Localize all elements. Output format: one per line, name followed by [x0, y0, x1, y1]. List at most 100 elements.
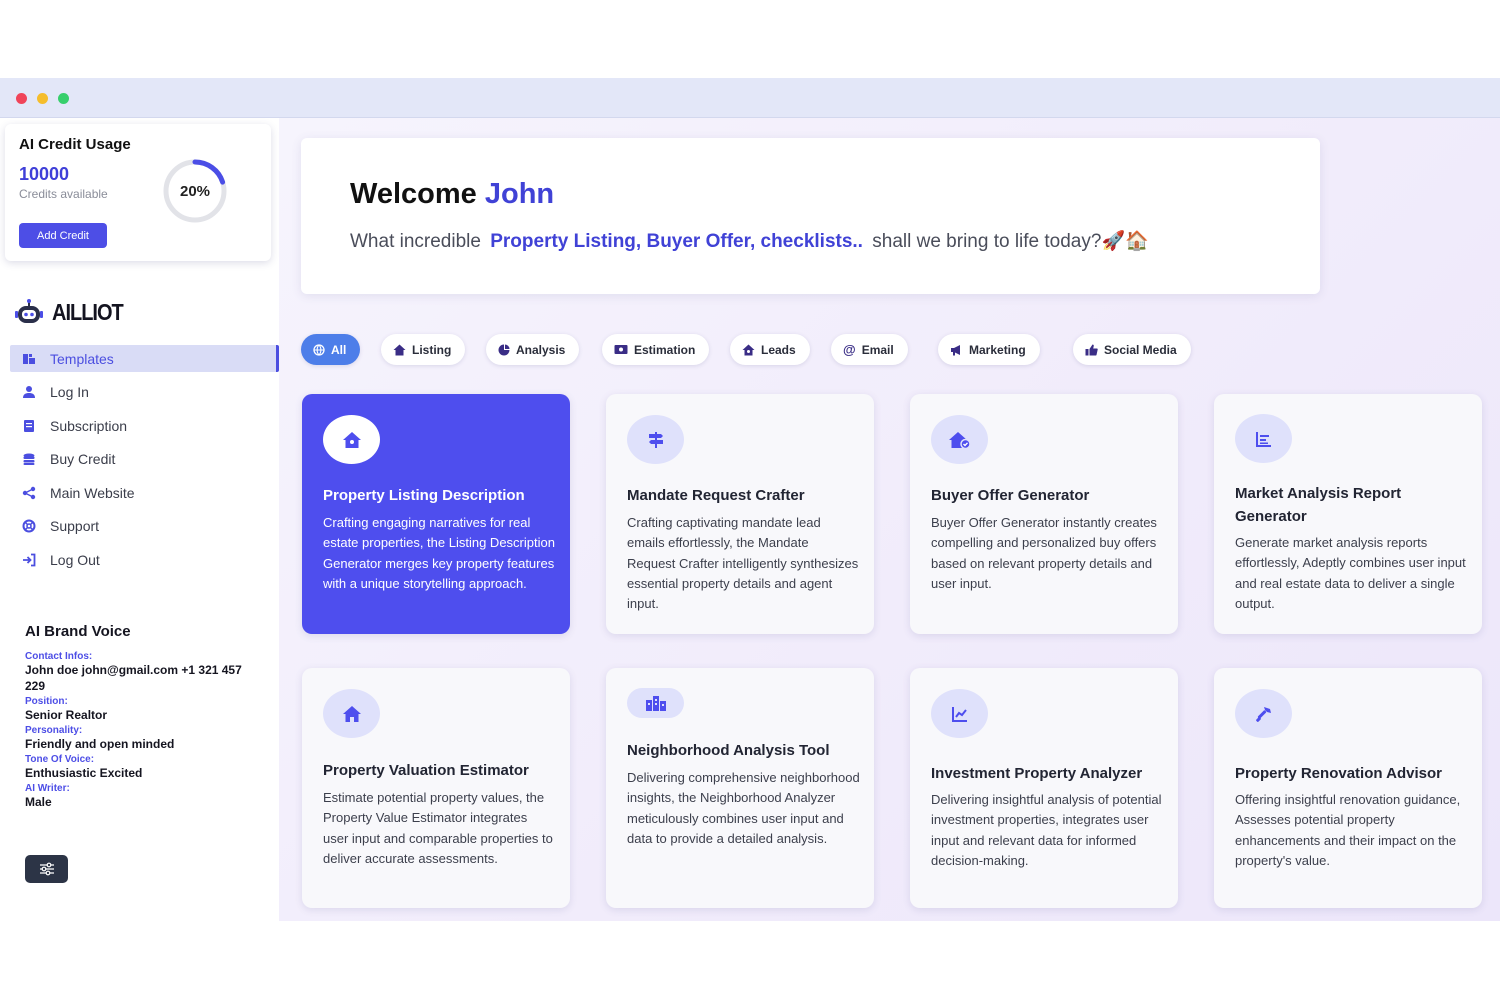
- house-icon: [342, 705, 361, 722]
- template-card-neighborhood-analysis-tool[interactable]: Neighborhood Analysis Tool Delivering co…: [606, 668, 874, 908]
- card-title: Buyer Offer Generator: [931, 487, 1090, 504]
- sidebar-nav: Templates Log In Subscription Buy Credit: [10, 345, 279, 580]
- house-icon: [742, 344, 755, 355]
- brand-voice-title: AI Brand Voice: [25, 623, 131, 640]
- sidebar-item-label: Log In: [50, 384, 89, 400]
- welcome-message: What incredible Property Listing, Buyer …: [350, 229, 1149, 253]
- position-label: Position:: [25, 696, 68, 707]
- tone-value: Enthusiastic Excited: [25, 766, 143, 780]
- filter-chip-estimation[interactable]: Estimation: [602, 334, 710, 365]
- filter-chip-analysis[interactable]: Analysis: [486, 334, 580, 365]
- filter-chip-label: All: [331, 342, 347, 357]
- signpost-icon: [648, 431, 663, 448]
- filter-chip-listing[interactable]: Listing: [381, 334, 466, 365]
- card-title: Property Valuation Estimator: [323, 762, 529, 779]
- filter-chip-leads[interactable]: Leads: [730, 334, 810, 365]
- personality-label: Personality:: [25, 725, 83, 736]
- filter-chip-label: Listing: [412, 342, 452, 357]
- maximize-window-button[interactable]: [58, 93, 69, 104]
- sidebar-item-label: Log Out: [50, 551, 100, 568]
- credit-percent-label: 20%: [179, 182, 211, 200]
- card-title: Property Renovation Advisor: [1235, 765, 1442, 782]
- card-description: Delivering insightful analysis of potent…: [931, 792, 1162, 868]
- template-card-property-listing-description[interactable]: Property Listing Description Crafting en…: [302, 394, 570, 634]
- minimize-window-button[interactable]: [37, 93, 48, 104]
- sidebar-item-main-website[interactable]: Main Website: [10, 479, 279, 506]
- logo[interactable]: AILLIOT: [14, 298, 124, 328]
- card-icon: [1235, 689, 1292, 738]
- sidebar-item-label: Subscription: [50, 417, 128, 434]
- welcome-heading: Welcome John: [350, 178, 554, 211]
- filter-chip-label: Social Media: [1104, 342, 1177, 357]
- welcome-greeting: Welcome: [350, 178, 477, 210]
- sidebar-item-log-out[interactable]: Log Out: [10, 546, 279, 573]
- window-titlebar: [0, 78, 1500, 118]
- house-check-icon: [948, 431, 971, 449]
- filter-chip-label: Analysis: [516, 342, 566, 357]
- welcome-banner: Welcome John What incredible Property Li…: [301, 138, 1320, 294]
- sidebar-item-buy-credit[interactable]: Buy Credit: [10, 446, 279, 473]
- welcome-prefix: What incredible: [350, 231, 481, 252]
- sidebar-item-templates[interactable]: Templates: [10, 345, 279, 372]
- globe-icon: [313, 343, 325, 356]
- card-icon: [627, 415, 684, 464]
- personality-value: Friendly and open minded: [25, 737, 175, 751]
- card-icon: [931, 689, 988, 738]
- coins-icon: [22, 452, 36, 466]
- card-description: Estimate potential property values, the …: [323, 790, 553, 866]
- sidebar: AI Credit Usage 10000 Credits available …: [0, 118, 279, 921]
- logo-text: AILLIOT: [52, 299, 124, 326]
- writer-value: Male: [25, 795, 52, 809]
- at-icon: @: [843, 342, 856, 357]
- credit-usage-card: AI Credit Usage 10000 Credits available …: [5, 124, 271, 261]
- card-icon: [627, 688, 684, 718]
- filter-chip-label: Email: [861, 342, 894, 357]
- robot-logo-icon: [15, 299, 43, 323]
- close-window-button[interactable]: [16, 93, 27, 104]
- sidebar-item-log-in[interactable]: Log In: [10, 379, 279, 406]
- card-description: Crafting engaging narratives for real es…: [323, 515, 555, 591]
- thumbs-up-icon: [1085, 344, 1098, 355]
- filter-chip-email[interactable]: @ Email: [831, 334, 908, 365]
- card-description: Buyer Offer Generator instantly creates …: [931, 515, 1157, 591]
- writer-label: AI Writer:: [25, 783, 70, 794]
- template-card-mandate-request-crafter[interactable]: Mandate Request Crafter Crafting captiva…: [606, 394, 874, 634]
- template-card-investment-property-analyzer[interactable]: Investment Property Analyzer Delivering …: [910, 668, 1178, 908]
- welcome-user-name: John: [484, 178, 555, 210]
- add-credit-button[interactable]: Add Credit: [19, 223, 107, 248]
- lifebuoy-icon: [22, 519, 36, 533]
- brand-settings-button[interactable]: [25, 855, 68, 883]
- filter-chip-social-media[interactable]: Social Media: [1073, 334, 1191, 365]
- tone-label: Tone Of Voice:: [25, 754, 95, 765]
- welcome-suffix: shall we bring to life today?🚀🏠: [872, 231, 1149, 252]
- card-icon: [323, 415, 380, 464]
- filter-chip-label: Leads: [761, 342, 796, 357]
- filter-chip-marketing[interactable]: Marketing: [938, 334, 1040, 365]
- bar-chart-icon: [1255, 431, 1271, 447]
- template-card-market-analysis-report-generator[interactable]: Market Analysis Report Generator Generat…: [1214, 394, 1482, 634]
- logout-icon: [22, 553, 36, 567]
- sidebar-item-subscription[interactable]: Subscription: [10, 412, 279, 439]
- filter-chip-all[interactable]: All: [301, 334, 361, 365]
- sliders-icon: [39, 862, 54, 876]
- hammer-icon: [1255, 706, 1271, 722]
- filter-chip-label: Marketing: [969, 342, 1026, 357]
- sidebar-item-label: Support: [50, 518, 100, 534]
- receipt-icon: [22, 419, 36, 433]
- sidebar-item-support[interactable]: Support: [10, 513, 279, 540]
- sidebar-item-label: Buy Credit: [50, 451, 116, 467]
- welcome-highlight: Property Listing, Buyer Offer, checklist…: [490, 231, 863, 252]
- credit-title: AI Credit Usage: [19, 136, 131, 153]
- house-icon: [393, 344, 406, 355]
- template-card-buyer-offer-generator[interactable]: Buyer Offer Generator Buyer Offer Genera…: [910, 394, 1178, 634]
- template-card-property-valuation-estimator[interactable]: Property Valuation Estimator Estimate po…: [302, 668, 570, 908]
- card-title: Mandate Request Crafter: [627, 487, 805, 504]
- card-title: Investment Property Analyzer: [931, 765, 1143, 782]
- card-description: Generate market analysis reports effortl…: [1235, 535, 1466, 611]
- card-icon: [323, 689, 380, 738]
- templates-icon: [22, 352, 36, 366]
- card-title: Property Listing Description: [323, 487, 525, 504]
- line-chart-icon: [951, 706, 967, 722]
- share-icon: [22, 486, 36, 500]
- template-card-property-renovation-advisor[interactable]: Property Renovation Advisor Offering ins…: [1214, 668, 1482, 908]
